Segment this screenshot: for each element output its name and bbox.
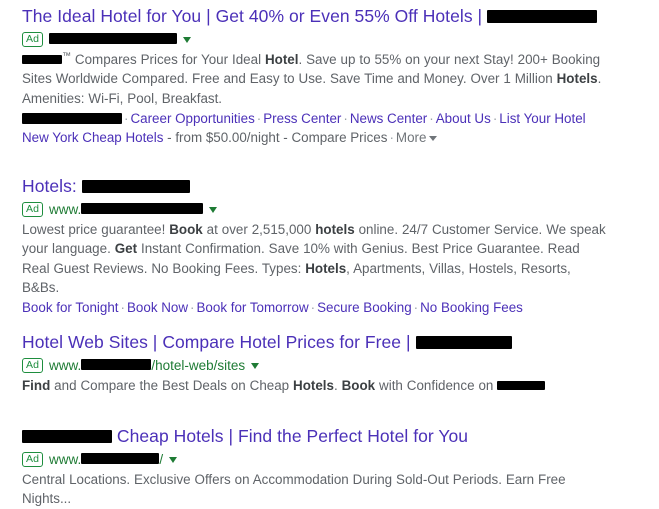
chevron-down-icon[interactable]: [251, 363, 260, 369]
ad-url-suffix-3: /hotel-web/sites: [151, 357, 246, 373]
ad-display-url-2[interactable]: www.: [49, 201, 218, 217]
sitelink-news-center[interactable]: News Center: [350, 111, 427, 126]
desc-part: with Confidence on: [375, 378, 498, 393]
sitelinks-row-1: Book for Tonight · Book Now · Book for Tomor…: [22, 300, 523, 316]
redacted-brand-title-4: [22, 429, 112, 443]
ad-url-line-3[interactable]: Ad www. /hotel-web/sites: [22, 357, 642, 373]
ad-badge-2: Ad: [22, 201, 44, 217]
sitelink-new-york-cheap-hotels[interactable]: New York Cheap Hotels: [22, 130, 163, 145]
ad-badge-3: Ad: [22, 357, 44, 373]
redacted-brand-desc-3: [497, 380, 546, 390]
sitelink-about-us[interactable]: About Us: [436, 111, 491, 126]
sitelinks-row-2: New York Cheap Hotels - from $50.00/nigh…: [22, 128, 642, 147]
desc-part-bold: Book: [341, 378, 376, 393]
desc-part-bold: Book: [169, 222, 203, 237]
ad-display-url-3[interactable]: www. /hotel-web/sites: [49, 357, 260, 373]
sitelink-secure-booking[interactable]: Secure Booking: [317, 300, 412, 315]
desc-part-bold: Get: [114, 241, 138, 257]
chevron-down-icon[interactable]: [169, 457, 178, 463]
desc-part: Central Locations. Exclusive Offers on A…: [22, 472, 566, 507]
ad-title-text-1: The Ideal Hotel for You | Get 40% or Eve…: [22, 6, 488, 26]
sitelink-compare-prices[interactable]: Compare Prices: [291, 130, 387, 145]
redacted-sitelink-1[interactable]: [22, 112, 122, 124]
redacted-domain-url-1: [49, 32, 178, 44]
desc-part: Lowest price guarantee!: [22, 222, 170, 237]
trademark-symbol-1: ™: [62, 50, 71, 61]
ad-url-prefix-4: www.: [49, 451, 82, 467]
ad-url-line-2[interactable]: Ad www.: [22, 201, 642, 217]
desc-part: .: [333, 378, 342, 393]
sitelink-book-now[interactable]: Book Now: [127, 300, 188, 315]
desc-part-bold: Hotels: [556, 71, 598, 87]
ad-url-prefix-2: www.: [49, 201, 82, 217]
ad-result-1[interactable]: The Ideal Hotel for You | Get 40% or Eve…: [22, 6, 642, 147]
ad-title-3[interactable]: Hotel Web Sites | Compare Hotel Prices f…: [22, 332, 642, 353]
desc-part: and Compare the Best Deals on Cheap: [50, 378, 294, 393]
redacted-brand-desc-1: [22, 54, 62, 64]
ad-result-3[interactable]: Hotel Web Sites | Compare Hotel Prices f…: [22, 332, 642, 395]
chevron-down-icon[interactable]: [429, 136, 438, 142]
desc-part-bold: hotels: [315, 222, 355, 237]
ad-title-1[interactable]: The Ideal Hotel for You | Get 40% or Eve…: [22, 6, 642, 27]
ad-description-1: ™ Compares Prices for Your Ideal Hotel. …: [22, 50, 610, 108]
ad-url-suffix-4: /: [159, 451, 164, 467]
sitelink-press-center[interactable]: Press Center: [263, 111, 341, 126]
redacted-domain-url-2: [81, 202, 204, 214]
sitelink-no-booking-fees[interactable]: No Booking Fees: [420, 300, 523, 315]
chevron-down-icon[interactable]: [183, 37, 192, 43]
sitelink-list-your-hotel[interactable]: List Your Hotel: [499, 111, 585, 126]
sitelinks-row-1: · Career Opportunities · Press Center · News …: [22, 109, 642, 128]
ad-sitelinks-1: · Career Opportunities · Press Center · News …: [22, 109, 642, 148]
ad-url-prefix-3: www.: [49, 357, 82, 373]
redacted-domain-title-2: [81, 179, 190, 193]
ad-description-2: Lowest price guarantee! Book at over 2,5…: [22, 220, 610, 297]
ad-url-line-1[interactable]: Ad: [22, 31, 642, 47]
sitelink-career-opportunities[interactable]: Career Opportunities: [130, 111, 254, 126]
ad-title-2[interactable]: Hotels:: [22, 176, 642, 197]
ad-url-line-4[interactable]: Ad www. /: [22, 451, 642, 467]
ad-title-4[interactable]: Cheap Hotels | Find the Perfect Hotel fo…: [22, 426, 642, 447]
ad-title-text-2: Hotels:: [22, 176, 82, 196]
redacted-domain-title-3: [415, 335, 512, 349]
ad-title-text-4: Cheap Hotels | Find the Perfect Hotel fo…: [112, 426, 469, 446]
redacted-domain-title-1: [487, 9, 598, 23]
ad-result-2[interactable]: Hotels: Ad www. Lowest price guarantee! …: [22, 176, 642, 317]
desc-part-bold: Hotels: [305, 260, 347, 276]
ad-sitelinks-2: Book for Tonight · Book Now · Book for Tomor…: [22, 298, 642, 317]
ad-result-4[interactable]: Cheap Hotels | Find the Perfect Hotel fo…: [22, 426, 642, 509]
sitelink-book-for-tonight[interactable]: Book for Tonight: [22, 300, 119, 315]
ad-badge-4: Ad: [22, 451, 44, 467]
desc-part: Compares Prices for Your Ideal: [71, 52, 265, 67]
desc-part-bold: Find: [22, 378, 51, 393]
sitelink-price-note: - from $50.00/night -: [163, 130, 292, 146]
ad-badge-1: Ad: [22, 31, 44, 47]
ad-title-text-3: Hotel Web Sites | Compare Hotel Prices f…: [22, 332, 416, 352]
desc-part-bold: Hotels: [293, 378, 334, 393]
ad-description-4: Central Locations. Exclusive Offers on A…: [22, 470, 610, 509]
ad-description-3: Find and Compare the Best Deals on Cheap…: [22, 376, 610, 395]
more-link-1[interactable]: More: [396, 130, 427, 145]
desc-part: at over 2,515,000: [202, 222, 316, 237]
sitelink-book-for-tomorrow[interactable]: Book for Tomorrow: [197, 300, 309, 315]
ad-display-url-1[interactable]: [49, 32, 192, 45]
chevron-down-icon[interactable]: [209, 207, 218, 213]
redacted-domain-url-3: [81, 358, 152, 370]
desc-part-bold: Hotel: [264, 52, 299, 67]
ad-display-url-4[interactable]: www. /: [49, 451, 178, 467]
redacted-domain-url-4: [81, 452, 160, 464]
